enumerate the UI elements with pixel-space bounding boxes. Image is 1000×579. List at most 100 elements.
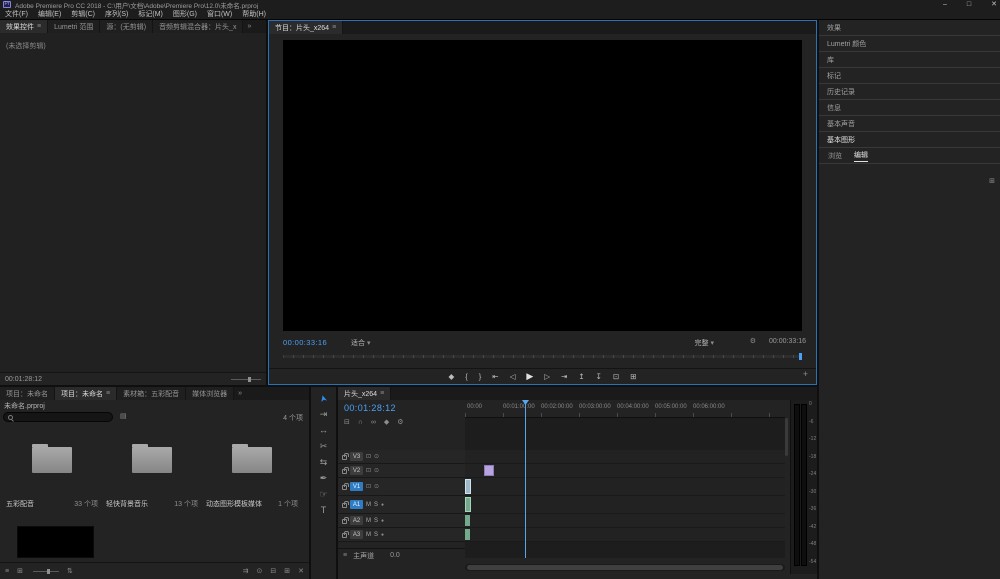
menu-graphics[interactable]: 图形(G)	[168, 9, 202, 19]
new-item-icon[interactable]: ⊞	[284, 568, 290, 575]
tab-bin[interactable]: 素材箱：五彩配音	[117, 387, 186, 400]
graphics-clip[interactable]	[484, 465, 494, 476]
comparison-view-icon[interactable]: ⊞	[630, 373, 636, 381]
search-input[interactable]	[3, 412, 113, 422]
snap-icon[interactable]: ∩	[358, 419, 363, 426]
audio-clip[interactable]	[465, 529, 470, 540]
track-select-forward-tool[interactable]: ⇥	[320, 410, 328, 419]
track-lane-v2[interactable]	[465, 464, 785, 478]
timeline-vertical-scrollbar[interactable]	[785, 418, 788, 558]
linked-selection-icon[interactable]: ∞	[371, 419, 376, 426]
tab-lumetri-scopes[interactable]: Lumetri 范围	[48, 20, 100, 33]
panel-tab-info[interactable]: 信息	[819, 100, 1000, 116]
settings-wrench-icon[interactable]: ⚙	[750, 338, 756, 345]
track-lane-v1[interactable]	[465, 478, 785, 496]
playback-resolution-dropdown[interactable]: 完整 ▾	[694, 338, 714, 348]
video-clip[interactable]	[465, 479, 471, 494]
close-button[interactable]: ✕	[991, 1, 997, 8]
add-marker-icon[interactable]: ◆	[384, 419, 389, 426]
step-back-icon[interactable]: ◁	[510, 373, 516, 381]
program-video-viewport[interactable]	[283, 40, 802, 331]
list-view-icon[interactable]: ≡	[5, 568, 9, 575]
pen-tool[interactable]: ✒	[320, 474, 328, 483]
track-target-badge[interactable]: A1	[350, 500, 363, 509]
track-lock-icon[interactable]	[342, 455, 347, 460]
minimize-button[interactable]: –	[943, 1, 947, 8]
effect-controls-timecode[interactable]: 00:01:28:12	[5, 376, 42, 383]
ripple-edit-tool[interactable]: ↔	[319, 426, 328, 435]
nest-sequence-icon[interactable]: ⊟	[344, 419, 350, 426]
track-lock-icon[interactable]	[342, 469, 347, 474]
panel-menu-icon[interactable]: ≡	[332, 24, 336, 31]
track-output-eye-icon[interactable]: ⊙	[374, 484, 379, 490]
tab-project-1[interactable]: 项目：未命名	[0, 387, 55, 400]
track-lane-a3[interactable]	[465, 528, 785, 542]
step-forward-icon[interactable]: ▷	[544, 373, 550, 381]
add-marker-icon[interactable]: ◆	[448, 373, 454, 381]
track-lane-a2[interactable]	[465, 514, 785, 528]
mute-button[interactable]: M	[366, 502, 371, 508]
playhead-line[interactable]	[525, 400, 526, 558]
solo-button[interactable]: S	[374, 532, 378, 538]
panel-menu-icon[interactable]: ≡	[37, 23, 41, 30]
button-editor-plus-icon[interactable]: +	[803, 370, 808, 379]
tab-project-2[interactable]: 项目：未命名 ≡	[55, 387, 117, 400]
panel-tab-history[interactable]: 历史记录	[819, 84, 1000, 100]
scrollbar-handle[interactable]	[467, 565, 783, 570]
tab-effect-controls[interactable]: 效果控件 ≡	[0, 20, 48, 33]
extract-icon[interactable]: ↧	[596, 373, 602, 381]
zoom-slider[interactable]	[231, 379, 261, 380]
menu-file[interactable]: 文件(F)	[0, 9, 33, 19]
program-scrub-bar[interactable]	[283, 355, 802, 358]
type-tool[interactable]: T	[321, 506, 327, 515]
panel-menu-icon[interactable]: ≡	[106, 390, 110, 397]
panel-tab-markers[interactable]: 标记	[819, 68, 1000, 84]
edit-tab[interactable]: 编辑	[854, 150, 868, 162]
zoom-level-dropdown[interactable]: 适合 ▾	[351, 338, 371, 348]
mark-in-icon[interactable]: {	[465, 373, 468, 381]
solo-button[interactable]: S	[374, 502, 378, 508]
timeline-timecode[interactable]: 00:01:28:12	[344, 403, 396, 413]
view-options-icon[interactable]: ▤	[120, 413, 127, 420]
track-lock-icon[interactable]	[342, 533, 347, 538]
clip-thumbnail[interactable]	[17, 526, 94, 558]
menu-sequence[interactable]: 序列(S)	[100, 9, 133, 19]
thumbnail-zoom-knob[interactable]	[47, 569, 50, 574]
scrub-playhead[interactable]	[799, 353, 802, 360]
bin-item-light-bgm[interactable]: 轻快背景音乐 13 个项	[104, 443, 200, 519]
tab-media-browser[interactable]: 媒体浏览器	[186, 387, 234, 400]
clear-trash-icon[interactable]: ✕	[298, 568, 304, 575]
panel-tab-effects[interactable]: 效果	[819, 20, 1000, 36]
bin-item-colorful-dubbing[interactable]: 五彩配音 33 个项	[4, 443, 100, 519]
sync-lock-icon[interactable]: ⊡	[366, 484, 371, 490]
master-track-menu-icon[interactable]: ≡	[343, 552, 347, 559]
zoom-slider-knob[interactable]	[248, 377, 251, 382]
track-target-badge[interactable]: V2	[350, 466, 363, 475]
menu-edit[interactable]: 编辑(E)	[33, 9, 66, 19]
audio-clip[interactable]	[465, 497, 471, 512]
track-target-badge[interactable]: V3	[350, 452, 363, 461]
browse-tab[interactable]: 浏览	[828, 151, 842, 161]
track-lock-icon[interactable]	[342, 485, 347, 490]
panel-tab-essential-sound[interactable]: 基本声音	[819, 116, 1000, 132]
voiceover-record-icon[interactable]: ●	[381, 502, 384, 508]
mute-button[interactable]: M	[366, 532, 371, 538]
mute-button[interactable]: M	[366, 518, 371, 524]
selection-tool[interactable]: ➤	[318, 394, 329, 404]
more-panels-chevron-icon[interactable]: »	[234, 387, 246, 400]
menu-marker[interactable]: 标记(M)	[133, 9, 168, 19]
go-to-out-icon[interactable]: ⇥	[561, 373, 567, 381]
tab-program-monitor[interactable]: 节目：片头_x264 ≡	[269, 21, 343, 34]
timeline-horizontal-scrollbar[interactable]	[465, 564, 785, 571]
bin-item-mogrt-media[interactable]: 动态图形模板媒体 1 个项	[204, 443, 300, 519]
track-lock-icon[interactable]	[342, 519, 347, 524]
maximize-button[interactable]: □	[967, 1, 971, 8]
menu-clip[interactable]: 剪辑(C)	[66, 9, 100, 19]
track-lock-icon[interactable]	[342, 503, 347, 508]
tab-audio-clip-mixer[interactable]: 音频剪辑混合器：片头_x	[153, 20, 243, 33]
mark-out-icon[interactable]: }	[479, 373, 482, 381]
icon-view-icon[interactable]: ⊞	[17, 568, 23, 575]
panel-tab-lumetri-color[interactable]: Lumetri 颜色	[819, 36, 1000, 52]
hand-tool[interactable]: ☞	[319, 490, 327, 499]
audio-clip[interactable]	[465, 515, 470, 526]
